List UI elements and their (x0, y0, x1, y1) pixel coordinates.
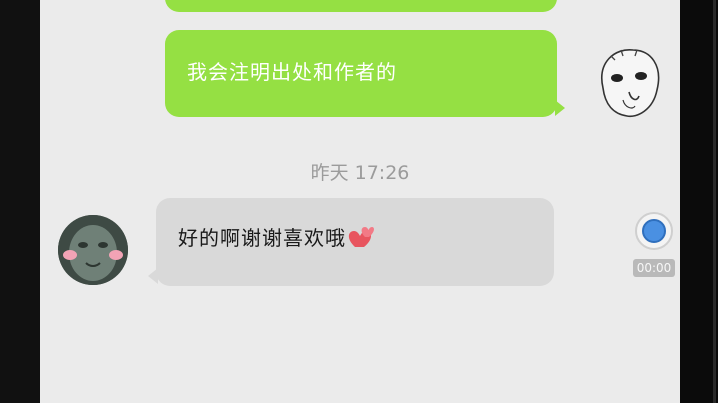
edge-divider (713, 0, 716, 403)
green-mask-icon (58, 215, 128, 285)
right-edge-strip (680, 0, 718, 403)
chat-screen: 我会注明出处和作者的 昨天 17:26 好的啊谢谢喜欢哦 00:00 (40, 0, 680, 403)
friend-avatar[interactable] (58, 215, 128, 285)
record-timer: 00:00 (633, 259, 675, 277)
bubble-tail (148, 268, 158, 284)
outgoing-message-bubble[interactable]: 我会注明出处和作者的 (165, 30, 565, 117)
previous-avatar-fragment[interactable] (606, 0, 628, 8)
message-timestamp: 昨天 17:26 (310, 162, 410, 184)
recording-widget[interactable]: 00:00 (633, 210, 677, 282)
record-button[interactable] (635, 212, 673, 250)
outgoing-message-text: 我会注明出处和作者的 (187, 60, 397, 84)
previous-message-bubble[interactable] (165, 0, 557, 12)
cartoon-sticker-icon (601, 49, 660, 118)
record-icon (642, 219, 666, 243)
bubble-tail (555, 100, 565, 116)
my-avatar[interactable] (593, 40, 667, 120)
incoming-message-text: 好的啊谢谢喜欢哦 (178, 226, 346, 250)
two-hearts-emoji-icon (348, 225, 374, 254)
incoming-message-bubble[interactable]: 好的啊谢谢喜欢哦 (148, 198, 554, 286)
